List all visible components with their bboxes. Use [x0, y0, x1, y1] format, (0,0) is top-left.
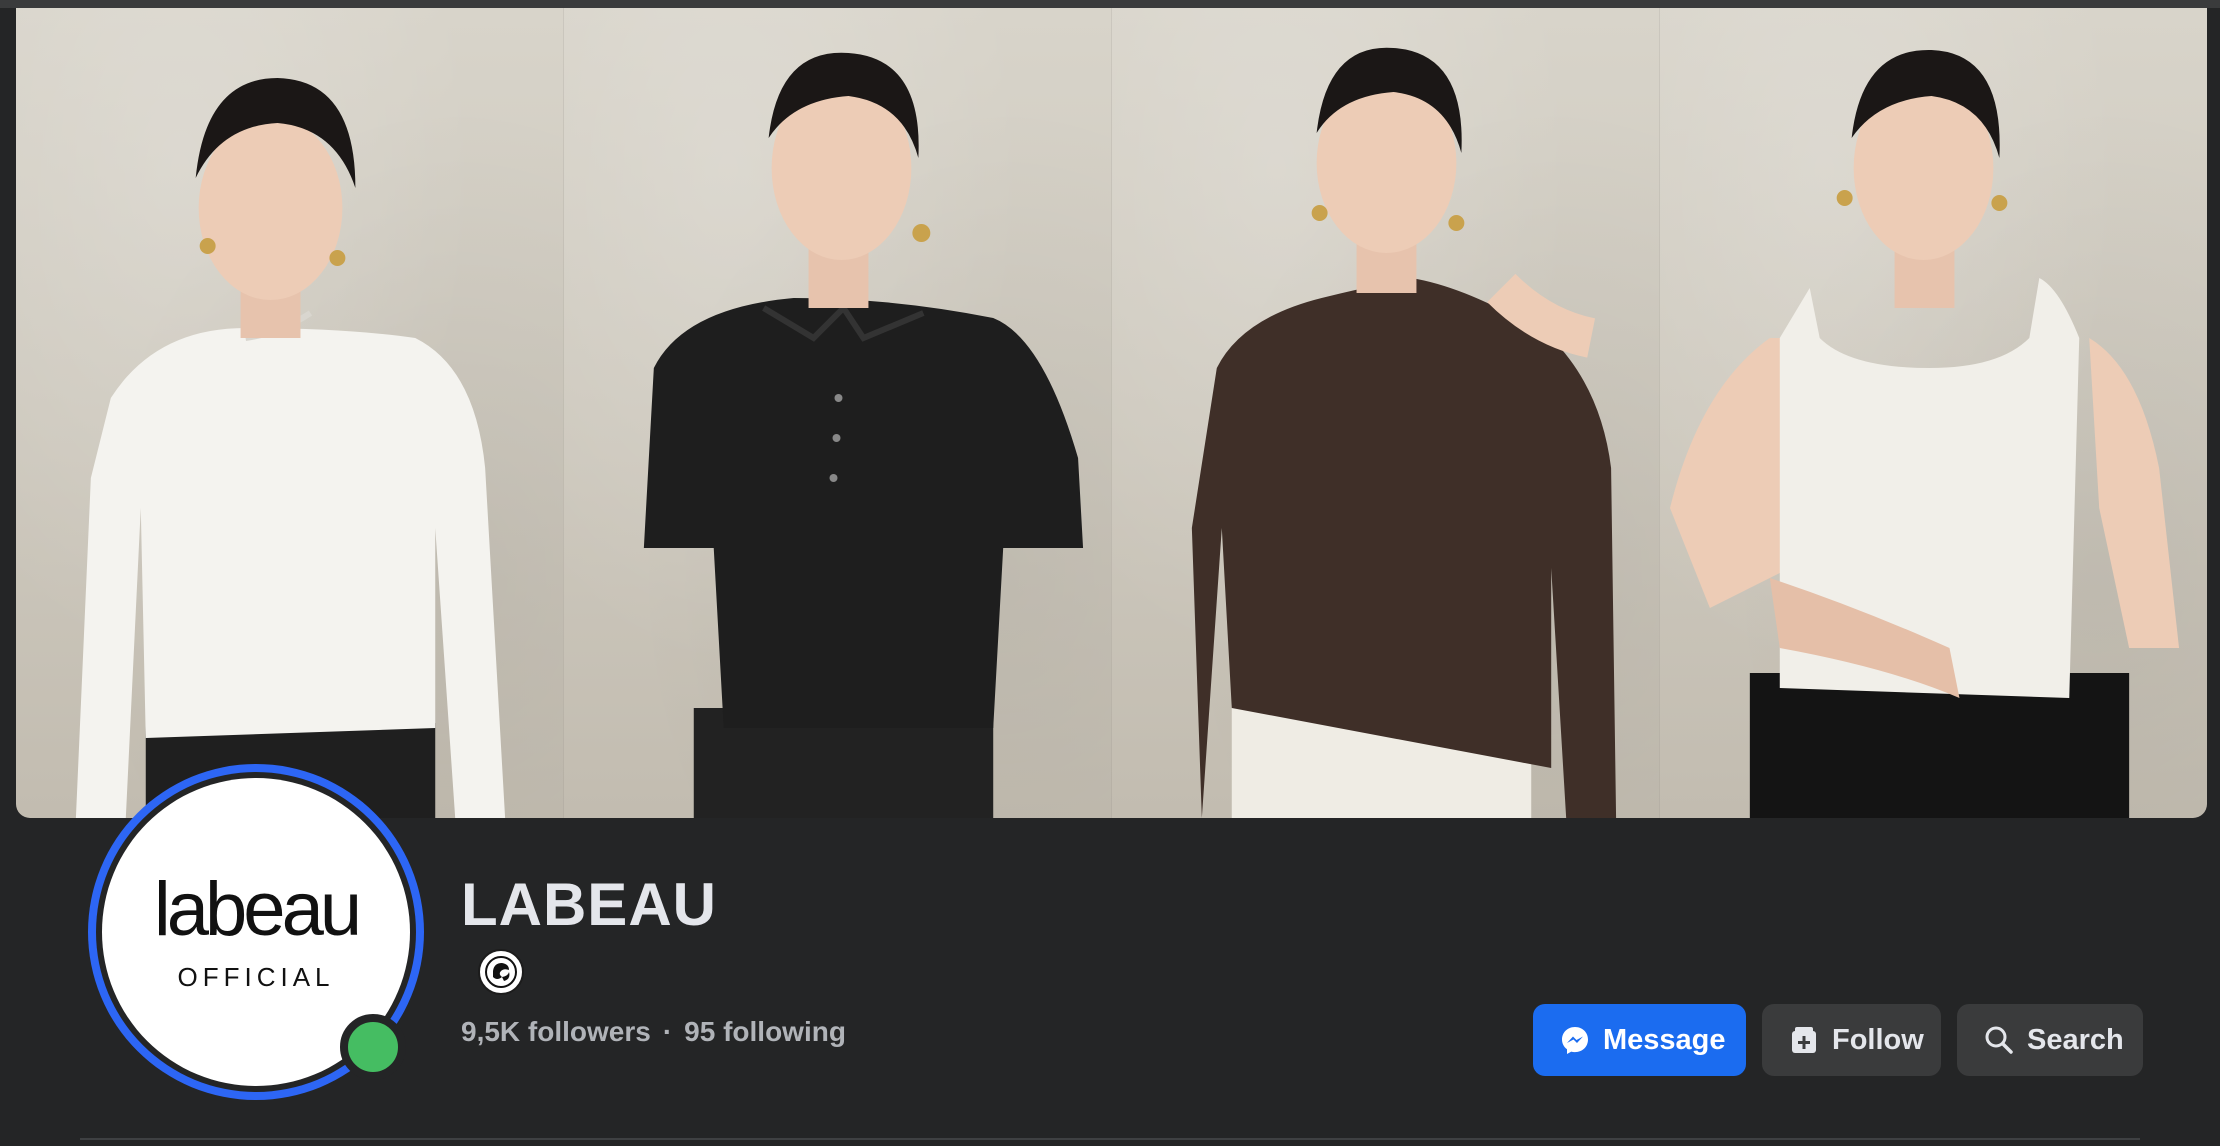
- follow-button[interactable]: Follow: [1762, 1004, 1941, 1076]
- page-actions: Message Follow Search: [1533, 1004, 2143, 1076]
- search-button[interactable]: Search: [1957, 1004, 2143, 1076]
- search-button-label: Search: [2027, 1023, 2124, 1056]
- following-count[interactable]: 95 following: [684, 1016, 846, 1048]
- avatar-logo-text: labeau: [153, 866, 362, 952]
- avatar-logo-subtext: OFFICIAL: [177, 961, 335, 992]
- followers-count[interactable]: 9,5K followers: [461, 1016, 651, 1048]
- follow-button-label: Follow: [1832, 1023, 1924, 1056]
- online-status-dot: [340, 1014, 406, 1080]
- follow-icon: [1792, 1027, 1816, 1053]
- model-brown-top-figure: [1191, 47, 1617, 818]
- model-white-top-figure: [75, 78, 506, 818]
- messenger-icon: [1562, 1027, 1588, 1054]
- cover-photo[interactable]: [16, 8, 2207, 818]
- top-bar: [0, 0, 2220, 8]
- category-badge-icon[interactable]: [478, 949, 524, 995]
- follow-stats: 9,5K followers · 95 following: [461, 1016, 846, 1048]
- stats-separator: ·: [662, 1016, 673, 1047]
- search-icon: [1985, 1026, 2013, 1054]
- model-black-polo-figure: [643, 52, 1084, 818]
- message-button-label: Message: [1603, 1023, 1726, 1056]
- message-button[interactable]: Message: [1533, 1004, 1746, 1076]
- section-divider: [80, 1138, 2140, 1140]
- cover-panel-1: [16, 8, 564, 818]
- page-title: LABEAU: [461, 871, 717, 938]
- cover-panel-3: [1112, 8, 1660, 818]
- cover-panel-2: [564, 8, 1112, 818]
- cover-panel-4: [1660, 8, 2207, 818]
- model-white-tank-figure: [1669, 49, 2180, 818]
